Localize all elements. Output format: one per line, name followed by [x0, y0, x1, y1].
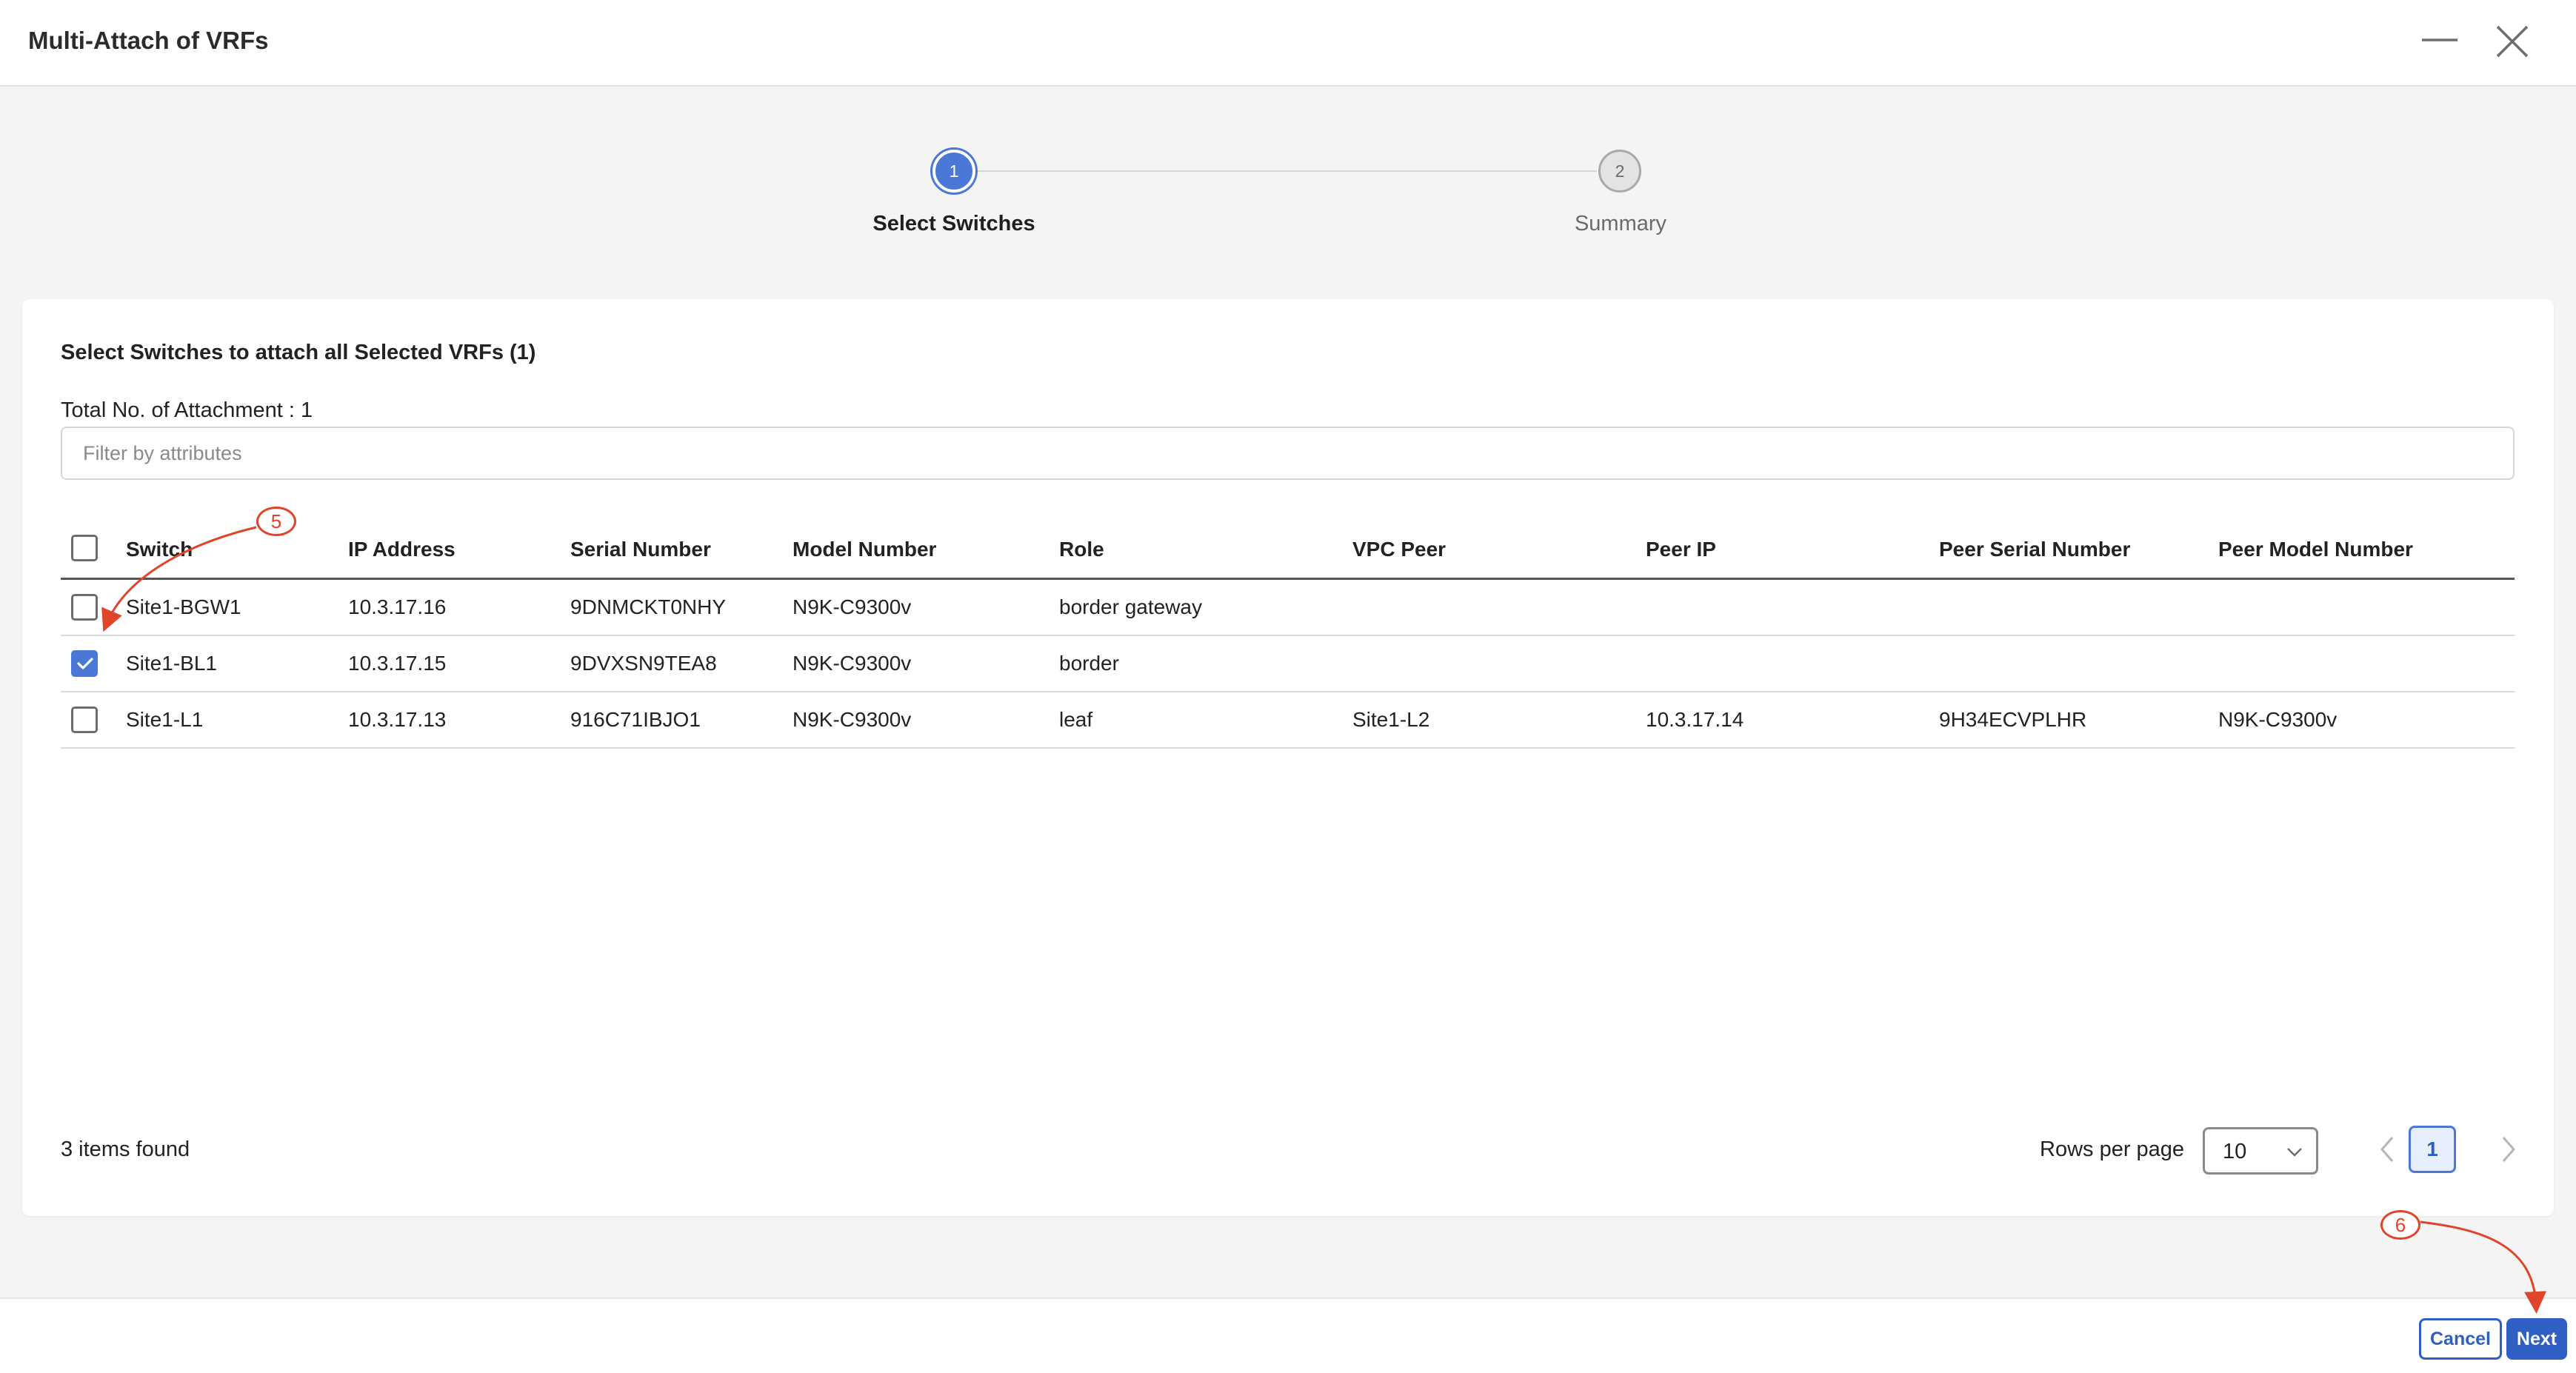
peer-serial-number: 9H34ECVPLHR	[1939, 692, 2218, 749]
page-number-button[interactable]: 1	[2409, 1126, 2456, 1173]
model-number: N9K-C9300v	[793, 692, 1059, 749]
column-header[interactable]: Role	[1059, 499, 1352, 580]
role: leaf	[1059, 692, 1352, 749]
step-1-indicator[interactable]: 1	[932, 150, 975, 193]
rows-per-page-value: 10	[2223, 1140, 2247, 1163]
total-attachments: Total No. of Attachment : 1	[61, 398, 313, 422]
checkmark-icon	[77, 658, 93, 669]
switch-name: Site1-BL1	[126, 635, 348, 692]
model-number: N9K-C9300v	[793, 578, 1059, 636]
role: border gateway	[1059, 578, 1352, 636]
ip-address: 10.3.17.15	[348, 635, 570, 692]
serial-number: 9DNMCKT0NHY	[570, 578, 793, 636]
annotation-marker-6: 6	[2380, 1210, 2420, 1240]
previous-page-icon[interactable]	[2379, 1136, 2395, 1166]
vpc-peer	[1352, 635, 1646, 692]
row-checkbox[interactable]	[71, 594, 98, 621]
switches-table: Switch IP Address Serial Number Model Nu…	[61, 499, 2515, 749]
peer-ip: 10.3.17.14	[1646, 692, 1939, 749]
close-icon[interactable]	[2492, 21, 2533, 62]
peer-model-number	[2218, 635, 2515, 692]
row-select-cell	[61, 635, 126, 692]
serial-number: 916C71IBJO1	[570, 692, 793, 749]
switch-selection-panel: Select Switches to attach all Selected V…	[22, 299, 2554, 1216]
chevron-down-icon	[2287, 1148, 2302, 1157]
next-button[interactable]: Next	[2506, 1318, 2567, 1360]
peer-model-number: N9K-C9300v	[2218, 692, 2515, 749]
row-checkbox[interactable]	[71, 650, 98, 677]
minimize-icon[interactable]	[2419, 21, 2460, 62]
row-checkbox[interactable]	[71, 706, 98, 733]
stepper-connector	[976, 170, 1597, 172]
role: border	[1059, 635, 1352, 692]
table-header-row: Switch IP Address Serial Number Model Nu…	[61, 499, 2515, 580]
peer-serial-number	[1939, 635, 2218, 692]
row-select-cell	[61, 692, 126, 749]
column-header[interactable]: Model Number	[793, 499, 1059, 580]
peer-ip	[1646, 578, 1939, 636]
column-header[interactable]: Switch	[126, 499, 348, 580]
column-header[interactable]: VPC Peer	[1352, 499, 1646, 580]
cancel-button[interactable]: Cancel	[2419, 1318, 2502, 1360]
step-2-indicator[interactable]: 2	[1598, 150, 1641, 193]
vpc-peer	[1352, 578, 1646, 636]
dialog-header: Multi-Attach of VRFs	[0, 0, 2576, 87]
peer-ip	[1646, 635, 1939, 692]
rows-per-page-label: Rows per page	[2040, 1138, 2185, 1161]
vpc-peer: Site1-L2	[1352, 692, 1646, 749]
column-header[interactable]: IP Address	[348, 499, 570, 580]
column-header[interactable]: Peer Serial Number	[1939, 499, 2218, 580]
ip-address: 10.3.17.13	[348, 692, 570, 749]
step-1-label: Select Switches	[872, 212, 1035, 235]
switch-name: Site1-L1	[126, 692, 348, 749]
items-found-count: 3 items found	[61, 1138, 190, 1161]
dialog-title: Multi-Attach of VRFs	[28, 27, 269, 54]
filter-input[interactable]	[61, 427, 2515, 480]
column-header[interactable]: Serial Number	[570, 499, 793, 580]
column-header[interactable]: Peer IP	[1646, 499, 1939, 580]
select-all-cell	[61, 499, 126, 580]
row-select-cell	[61, 578, 126, 636]
annotation-marker-5: 5	[256, 507, 296, 536]
ip-address: 10.3.17.16	[348, 578, 570, 636]
table-row[interactable]: Site1-BL1 10.3.17.15 9DVXSN9TEA8 N9K-C93…	[61, 635, 2515, 692]
select-all-checkbox[interactable]	[71, 535, 98, 561]
table-row[interactable]: Site1-BGW1 10.3.17.16 9DNMCKT0NHY N9K-C9…	[61, 578, 2515, 636]
model-number: N9K-C9300v	[793, 635, 1059, 692]
peer-model-number	[2218, 578, 2515, 636]
annotation-arrow-6	[2420, 1220, 2547, 1314]
panel-heading: Select Switches to attach all Selected V…	[61, 341, 536, 364]
peer-serial-number	[1939, 578, 2218, 636]
switch-name: Site1-BGW1	[126, 578, 348, 636]
table-row[interactable]: Site1-L1 10.3.17.13 916C71IBJO1 N9K-C930…	[61, 692, 2515, 749]
column-header[interactable]: Peer Model Number	[2218, 499, 2515, 580]
next-page-icon[interactable]	[2500, 1136, 2517, 1166]
rows-per-page-select[interactable]: 10	[2203, 1127, 2318, 1175]
dialog-footer	[0, 1297, 2576, 1373]
serial-number: 9DVXSN9TEA8	[570, 635, 793, 692]
step-2-label: Summary	[1574, 212, 1667, 235]
